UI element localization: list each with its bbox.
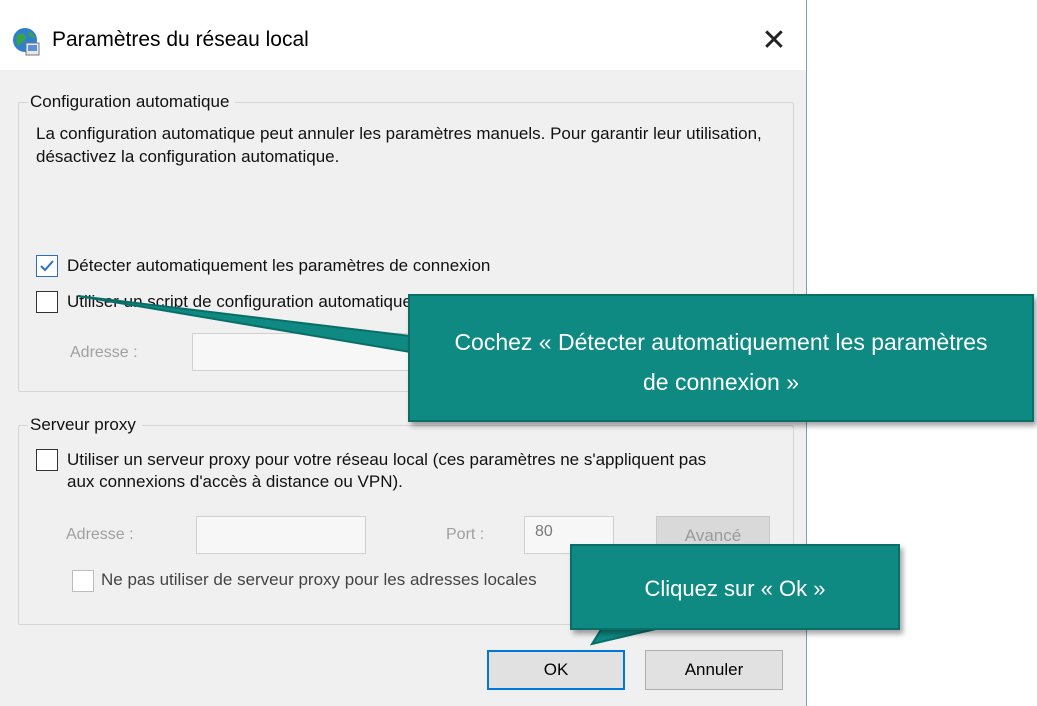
ok-callout: Cliquez sur « Ok » <box>570 544 900 630</box>
detect-callout-text: Cochez « Détecter automatiquement les pa… <box>454 329 988 395</box>
ok-callout-text: Cliquez sur « Ok » <box>644 576 826 601</box>
detect-callout: Cochez « Détecter automatiquement les pa… <box>408 294 1034 422</box>
detect-callout-pointer <box>77 295 411 354</box>
